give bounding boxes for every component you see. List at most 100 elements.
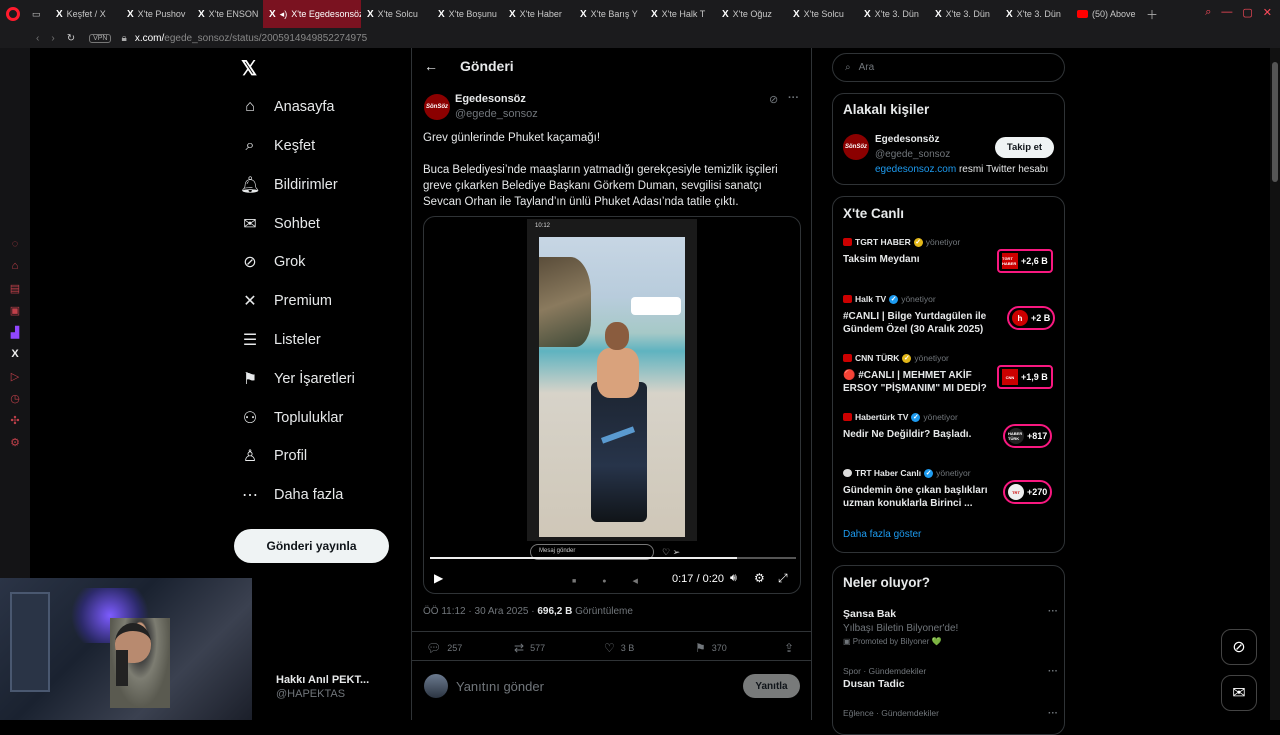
browser-tab-active[interactable]: X ◂) X'te Egedesonsöz — [263, 0, 361, 28]
trend-item[interactable]: Eğlence · Gündemdekiler ··· — [843, 708, 1058, 719]
url-field[interactable]: x.com/egede_sonsoz/status/20059149498522… — [135, 33, 367, 44]
search-tabs-icon[interactable]: ⌕ — [1205, 6, 1211, 19]
back-icon[interactable]: ‹ — [36, 33, 39, 44]
reply-action[interactable]: 💬︎ 257 — [426, 641, 462, 655]
x-sidebar-icon[interactable]: X — [11, 348, 18, 362]
post-more-icon[interactable]: ··· — [788, 92, 799, 104]
messenger-icon[interactable]: ▣ — [10, 304, 20, 318]
person-avatar[interactable]: SönSöz — [843, 134, 869, 160]
live-listeners-badge: TGRT HABER +2,6 B — [997, 249, 1053, 273]
bookmark-action[interactable]: ⚑ 370 — [695, 641, 727, 655]
managing-label: yönetiyor — [936, 468, 971, 478]
trend-more-icon[interactable]: ··· — [1048, 708, 1058, 719]
volume-icon[interactable]: 🔊︎ — [730, 572, 737, 585]
workspaces-icon[interactable]: ▭ — [26, 0, 50, 28]
speaker-icon[interactable]: ◂) — [280, 9, 288, 20]
settings-icon[interactable]: ⚙ — [10, 436, 20, 450]
search-input[interactable]: Ara — [859, 62, 875, 73]
browser-tab[interactable]: X X'te Solcu — [361, 0, 432, 28]
browser-tab[interactable]: X X'te Barış Y — [574, 0, 645, 28]
history-icon[interactable]: ◷ — [10, 392, 20, 406]
twitch-icon[interactable]: ▟ — [11, 326, 19, 340]
reload-icon[interactable]: ↻ — [67, 33, 75, 44]
live-item[interactable]: TRT Haber Canlı ✓ yönetiyor Gündemin öne ç… — [843, 468, 1058, 523]
nav-item-grok[interactable]: ⊘ Grok — [240, 247, 305, 277]
person-link[interactable]: egedesonsoz.com — [875, 164, 956, 175]
nav-item-notifications[interactable]: 🔔︎ Bildirimler — [240, 170, 338, 200]
new-tab-plus-icon[interactable]: ＋ — [1146, 6, 1158, 23]
live-item[interactable]: Halk TV ✓ yönetiyor #CANLI | Bilge Yurtdag… — [843, 294, 1058, 349]
browser-tab[interactable]: X X'te 3. Dün — [1000, 0, 1071, 28]
share-action[interactable]: ⇪ — [784, 641, 794, 655]
trend-more-icon[interactable]: ··· — [1048, 606, 1058, 617]
settings-gear-icon[interactable]: ⚙ — [754, 571, 765, 585]
browser-tab[interactable]: X X'te 3. Dün — [929, 0, 1000, 28]
like-action[interactable]: ♡ 3 B — [604, 641, 634, 655]
browser-tab[interactable]: X X'te 3. Dün — [858, 0, 929, 28]
nav-item-premium[interactable]: ✕ Premium — [240, 286, 332, 316]
author-block[interactable]: Egedesonsöz @egede_sonsoz — [455, 93, 538, 120]
extensions-icon[interactable]: ✣ — [10, 414, 19, 428]
wallet-icon[interactable]: ▤ — [10, 282, 20, 296]
nav-item-chat[interactable]: ✉ Sohbet — [240, 209, 320, 239]
minimize-icon[interactable]: — — [1221, 6, 1232, 19]
scrollbar-thumb[interactable] — [1272, 62, 1278, 182]
nav-item-lists[interactable]: ☰ Listeler — [240, 325, 321, 355]
browser-tab[interactable]: X X'te ENSON — [192, 0, 263, 28]
nav-item-home[interactable]: ⌂ Anasayfa — [240, 92, 334, 122]
forward-icon[interactable]: › — [51, 33, 54, 44]
grok-float-button[interactable]: ⊘ — [1221, 629, 1257, 665]
post-timestamp[interactable]: ÖÖ 11:12 · 30 Ara 2025 · — [423, 606, 537, 617]
messages-float-button[interactable]: ✉ — [1221, 675, 1257, 711]
browser-tab[interactable]: X X'te Oğuz — [716, 0, 787, 28]
follow-button[interactable]: Takip et — [995, 137, 1054, 158]
nav-item-profile[interactable]: ♙ Profil — [240, 441, 307, 471]
fullscreen-icon[interactable]: ⤢ — [778, 571, 788, 586]
browser-tab[interactable]: X X'te Haber — [503, 0, 574, 28]
trend-item[interactable]: Şansa Bak Yılbaşı Biletin Bilyoner'de! ▣… — [843, 606, 1058, 646]
nav-item-more[interactable]: ⋯ Daha fazla — [240, 480, 343, 510]
back-arrow-icon[interactable]: ← — [424, 58, 438, 74]
relevant-people-card: Alakalı kişiler SönSöz Egedesonsöz @eged… — [832, 93, 1065, 185]
search-box[interactable]: ⌕ Ara — [832, 53, 1065, 82]
person-name[interactable]: Egedesonsöz — [875, 134, 939, 145]
browser-tab[interactable]: X X'te Halk T — [645, 0, 716, 28]
reply-button[interactable]: Yanıtla — [743, 674, 800, 698]
nav-label: Anasayfa — [274, 99, 335, 115]
grok-explain-icon[interactable]: ⊘ — [769, 93, 778, 106]
live-item[interactable]: TGRT HABER ✓ yönetiyor Taksim Meydanı TGRT… — [843, 237, 1058, 287]
vpn-badge[interactable]: VPN — [89, 33, 112, 43]
author-avatar[interactable]: SönSöz — [424, 94, 450, 120]
browser-tab-bar: ▭ X Keşfet / X X X'te Pushov X X'te ENSON X… — [0, 0, 1280, 28]
live-item[interactable]: Habertürk TV ✓ yönetiyor Nedir Ne Değildir… — [843, 412, 1058, 462]
video-progress-bar[interactable] — [430, 557, 796, 559]
grok-icon: ⊘ — [1232, 639, 1246, 656]
x-logo-icon[interactable]: 𝕏 — [241, 56, 257, 81]
browser-tab[interactable]: X Keşfet / X — [50, 0, 121, 28]
scrollbar[interactable] — [1270, 48, 1280, 720]
nav-item-bookmarks[interactable]: ⚑ Yer İşaretleri — [240, 364, 355, 394]
aria-icon[interactable]: ◌ — [12, 238, 19, 252]
shopping-icon[interactable]: ⌂ — [12, 260, 19, 274]
opera-logo-icon[interactable] — [0, 0, 26, 28]
trend-item[interactable]: Spor · Gündemdekiler Dusan Tadic ··· — [843, 666, 1058, 690]
browser-tab[interactable]: X X'te Pushov — [121, 0, 192, 28]
browser-tab[interactable]: X X'te Solcu — [787, 0, 858, 28]
browser-tab[interactable]: X X'te Boşunu — [432, 0, 503, 28]
account-switcher[interactable]: Hakkı Anıl PEKT... @HAPEKTAS ··· — [276, 674, 443, 700]
browser-tab[interactable]: (50) Above — [1071, 0, 1142, 28]
nav-item-communities[interactable]: ⚇ Topluluklar — [240, 403, 344, 433]
video-player[interactable]: 10:12 Mesaj gönder ♡ ➢ ▶ ■●◀ 0:17 / 0:20… — [423, 216, 801, 594]
nav-item-explore[interactable]: ⌕ Keşfet — [240, 131, 316, 161]
live-item[interactable]: CNN TÜRK ✓ yönetiyor 🔴 #CANLI | MEHMET AKİ… — [843, 353, 1058, 408]
show-more-link[interactable]: Daha fazla göster — [843, 529, 921, 540]
play-icon[interactable]: ▶ — [434, 571, 443, 585]
reply-input[interactable]: Yanıtını gönder — [456, 679, 544, 694]
post-button[interactable]: Gönderi yayınla — [234, 529, 389, 563]
maximize-icon[interactable]: ▢ — [1242, 6, 1252, 19]
repost-action[interactable]: ⇄ 577 — [514, 641, 545, 655]
trend-more-icon[interactable]: ··· — [1048, 666, 1058, 677]
lock-icon[interactable]: 🔒︎ — [121, 33, 126, 44]
close-window-icon[interactable]: ✕ — [1263, 6, 1272, 19]
player-icon[interactable]: ▷ — [11, 370, 19, 384]
